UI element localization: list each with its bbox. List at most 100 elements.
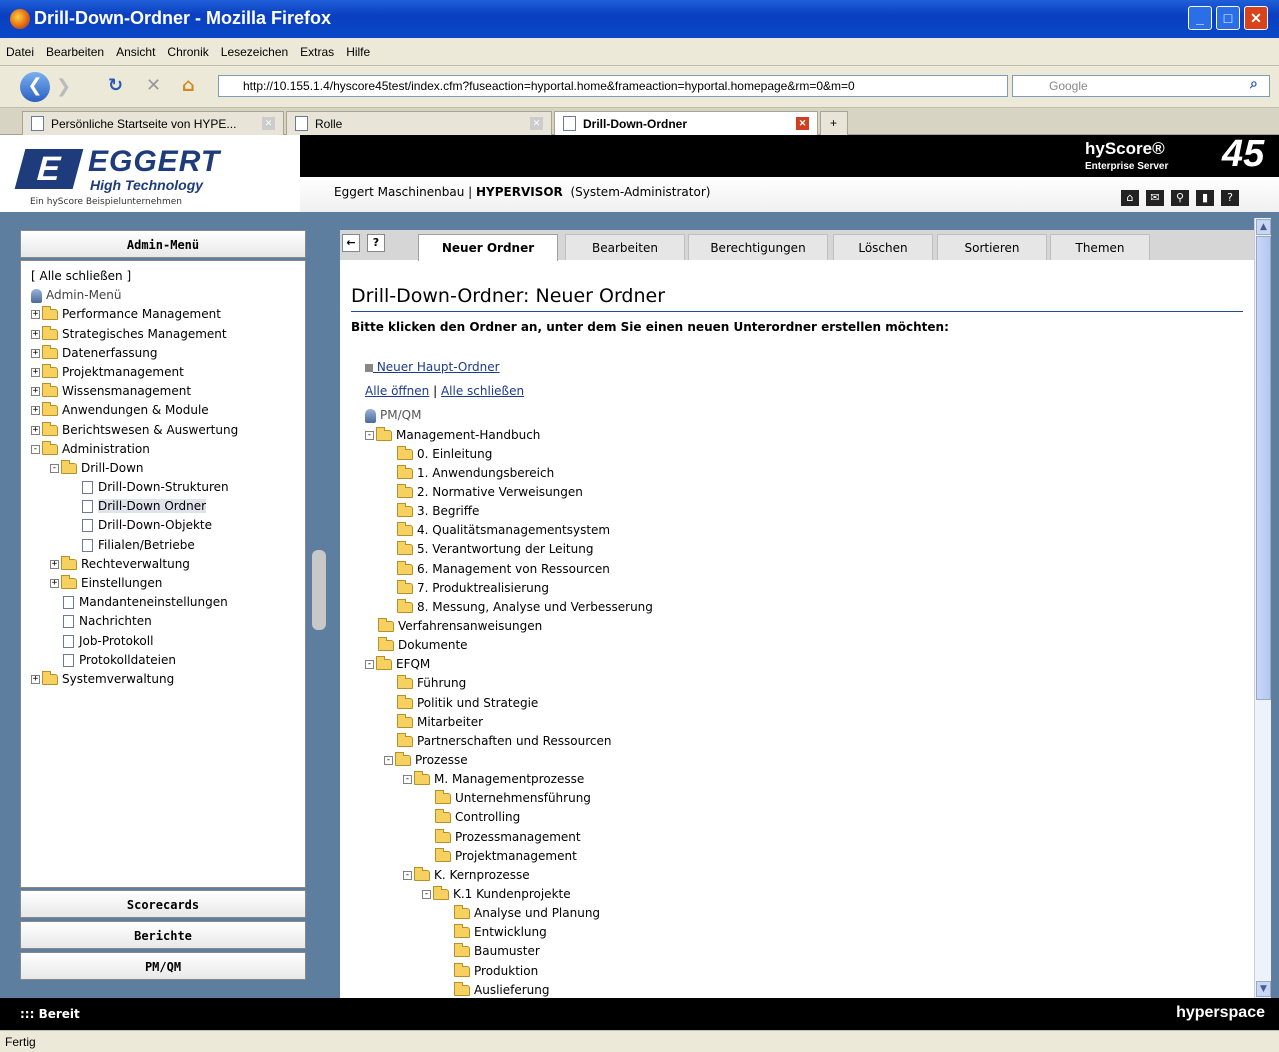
collapse-icon[interactable]: - [365,660,374,670]
logout-icon[interactable]: ▮ [1196,190,1214,206]
folder-item[interactable]: Verfahrensanweisungen [365,617,653,636]
expand-icon[interactable]: + [31,329,40,339]
sidebar-item[interactable]: Filialen/Betriebe [31,536,305,555]
folder-item[interactable]: Dokumente [365,636,653,655]
browser-tab-startseite[interactable]: Persönliche Startseite von HYPE... ✕ [22,111,284,135]
folder-item[interactable]: 5. Verantwortung der Leitung [365,540,653,559]
sidebar-item[interactable]: Drill-Down Ordner [31,497,305,516]
folder-item[interactable]: 1. Anwendungsbereich [365,464,653,483]
folder-item[interactable]: Controlling [365,808,653,827]
folder-item[interactable]: 3. Begriffe [365,502,653,521]
collapse-icon[interactable]: - [384,755,393,765]
sidebar-item[interactable]: + Einstellungen [31,574,305,593]
folder-item[interactable]: Partnerschaften und Ressourcen [365,732,653,751]
home-icon[interactable]: ⌂ [1121,190,1139,206]
expand-icon[interactable]: + [31,348,40,358]
menu-ansicht[interactable]: Ansicht [110,38,161,59]
help-icon[interactable]: ? [367,234,385,252]
collapse-icon[interactable]: - [365,430,374,440]
expand-icon[interactable]: + [31,367,40,377]
sidebar-header[interactable]: Admin-Menü [20,230,306,258]
folder-item[interactable]: Analyse und Planung [365,904,653,923]
folder-item[interactable]: Baumuster [365,942,653,961]
tab-themen[interactable]: Themen [1050,234,1150,260]
folder-item[interactable]: - Prozesse [365,751,653,770]
maximize-button[interactable]: □ [1216,6,1240,30]
collapse-icon[interactable]: - [422,889,431,899]
folder-item[interactable]: 7. Produktrealisierung [365,579,653,598]
folder-item[interactable]: - EFQM [365,655,653,674]
menu-chronik[interactable]: Chronik [161,38,214,59]
collapse-handle[interactable] [312,550,326,630]
folder-item[interactable]: Prozessmanagement [365,828,653,847]
folder-item[interactable]: Unternehmensführung [365,789,653,808]
sidebar-item[interactable]: Job-Protokoll [31,632,305,651]
folder-item[interactable]: Auslieferung [365,981,653,1000]
new-tab-button[interactable]: + [820,111,848,135]
menu-extras[interactable]: Extras [294,38,340,59]
collapse-icon[interactable]: - [50,463,59,473]
folder-item[interactable]: - K.1 Kundenprojekte [365,885,653,904]
folder-item[interactable]: Projektmanagement [365,847,653,866]
tab-sortieren[interactable]: Sortieren [937,234,1047,260]
back-button[interactable]: ❮ [20,72,50,102]
sidebar-button-scorecards[interactable]: Scorecards [20,890,306,918]
collapse-icon[interactable]: - [403,870,412,880]
folder-item[interactable]: 6. Management von Ressourcen [365,560,653,579]
expand-icon[interactable]: + [31,310,40,320]
minimize-button[interactable]: _ [1188,6,1212,30]
sidebar-item[interactable]: + Rechteverwaltung [31,555,305,574]
sidebar-item[interactable]: Drill-Down-Objekte [31,516,305,535]
collapse-icon[interactable]: - [403,775,412,785]
scrollbar[interactable]: ▲ ▼ [1254,218,1271,998]
folder-item[interactable]: - Management-Handbuch [365,426,653,445]
sidebar-item[interactable]: - Administration [31,440,305,459]
stop-button[interactable]: ✕ [146,75,161,96]
folder-item[interactable]: - K. Kernprozesse [365,866,653,885]
sidebar-item[interactable]: Nachrichten [31,612,305,631]
sidebar-item[interactable]: + Anwendungen & Module [31,401,305,420]
close-all-link[interactable]: Alle schließen [441,384,524,398]
folder-item[interactable]: - M. Managementprozesse [365,770,653,789]
expand-icon[interactable]: + [31,387,40,397]
search-icon[interactable]: ⌕ [1250,76,1258,92]
home-button[interactable]: ⌂ [182,75,195,96]
menu-hilfe[interactable]: Hilfe [340,38,376,59]
close-all-link[interactable]: [ Alle schließen ] [31,267,305,286]
expand-icon[interactable]: + [31,674,40,684]
folder-item[interactable]: Produktion [365,962,653,981]
expand-icon[interactable]: + [50,559,59,569]
collapse-icon[interactable]: - [31,444,40,454]
sidebar-item[interactable]: Protokolldateien [31,651,305,670]
sidebar-item[interactable]: + Strategisches Management [31,325,305,344]
menu-datei[interactable]: Datei [0,38,40,59]
menu-lesezeichen[interactable]: Lesezeichen [215,38,294,59]
sidebar-button-pmqm[interactable]: PM/QM [20,952,306,980]
tab-bearbeiten[interactable]: Bearbeiten [565,234,685,260]
menu-bearbeiten[interactable]: Bearbeiten [40,38,110,59]
sidebar-item[interactable]: + Datenerfassung [31,344,305,363]
close-tab-icon[interactable]: ✕ [262,117,275,130]
sidebar-item[interactable]: + Systemverwaltung [31,670,305,689]
scroll-thumb[interactable] [1256,236,1271,700]
folder-item[interactable]: 8. Messung, Analyse und Verbesserung [365,598,653,617]
close-tab-icon[interactable]: ✕ [796,117,809,130]
search-input[interactable]: Google [1012,75,1270,97]
close-tab-icon[interactable]: ✕ [530,117,543,130]
folder-item[interactable]: Führung [365,674,653,693]
folder-item[interactable]: Entwicklung [365,923,653,942]
search-icon[interactable]: ⚲ [1171,190,1189,206]
expand-icon[interactable]: + [50,579,59,588]
help-icon[interactable]: ? [1221,190,1239,206]
folder-item[interactable]: Mitarbeiter [365,713,653,732]
reload-button[interactable]: ↻ [108,75,123,96]
sidebar-item[interactable]: + Wissensmanagement [31,382,305,401]
sidebar-item[interactable]: - Drill-Down [31,459,305,478]
sidebar-item[interactable]: Drill-Down-Strukturen [31,478,305,497]
browser-tab-drilldown[interactable]: Drill-Down-Ordner ✕ [554,111,818,136]
expand-icon[interactable]: + [31,406,40,416]
tab-berechtigungen[interactable]: Berechtigungen [688,234,828,260]
scroll-down-icon[interactable]: ▼ [1256,981,1271,997]
open-all-link[interactable]: Alle öffnen [365,384,429,398]
expand-icon[interactable]: + [31,425,40,435]
